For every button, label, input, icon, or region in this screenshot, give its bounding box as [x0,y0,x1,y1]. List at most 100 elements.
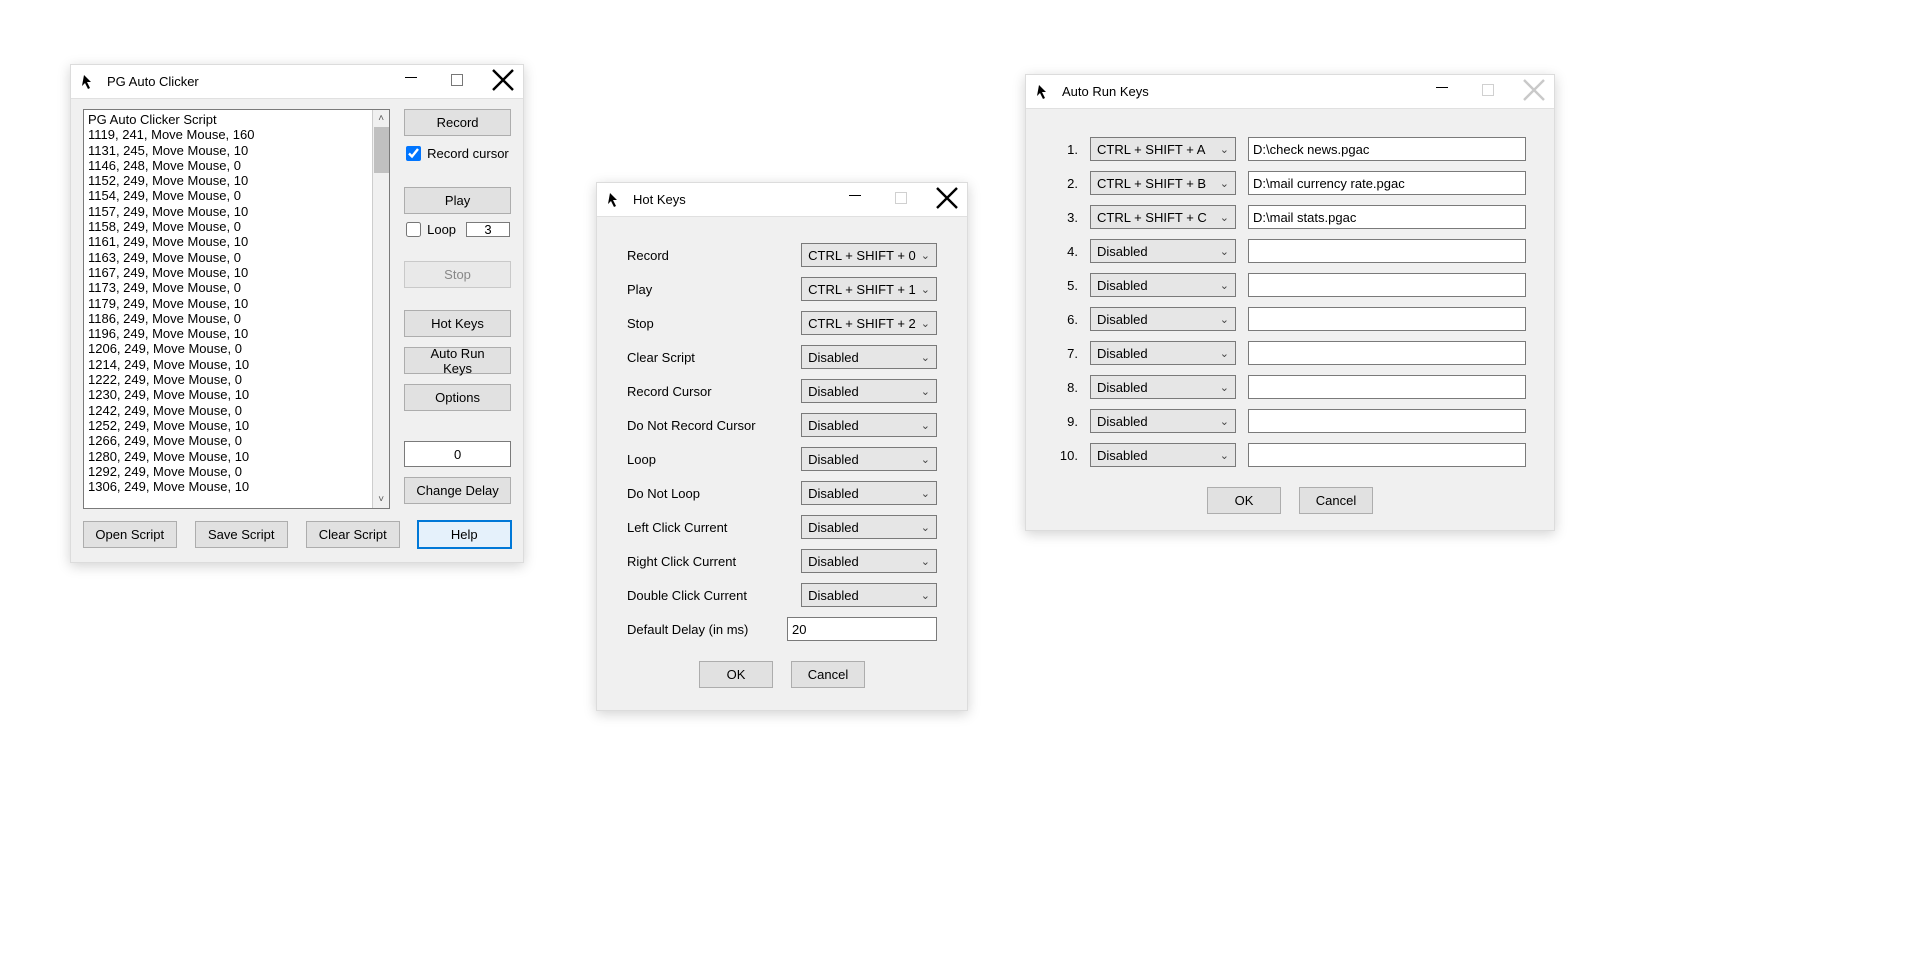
hotkey-combo[interactable]: Disabled⌄ [801,447,937,471]
scroll-up-icon[interactable]: ˄ [373,110,389,127]
app-icon [81,73,99,91]
autorun-path-input[interactable] [1248,205,1526,229]
autorun-key-combo[interactable]: Disabled⌄ [1090,273,1236,297]
default-delay-input[interactable] [787,617,937,641]
minimize-button[interactable] [843,189,867,210]
autorun-path-input[interactable] [1248,443,1526,467]
hotkey-combo[interactable]: Disabled⌄ [801,413,937,437]
record-cursor-checkbox[interactable]: Record cursor [406,146,511,161]
hotkey-combo[interactable]: CTRL + SHIFT + 2⌄ [801,311,937,335]
script-line[interactable]: 1158, 249, Move Mouse, 0 [88,219,385,234]
script-line[interactable]: 1266, 249, Move Mouse, 0 [88,433,385,448]
autorun-key-combo[interactable]: CTRL + SHIFT + C⌄ [1090,205,1236,229]
hotkeys-button[interactable]: Hot Keys [404,310,511,337]
autorun-key-combo[interactable]: CTRL + SHIFT + B⌄ [1090,171,1236,195]
save-script-button[interactable]: Save Script [195,521,289,548]
script-line[interactable]: 1179, 249, Move Mouse, 10 [88,296,385,311]
script-line[interactable]: 1154, 249, Move Mouse, 0 [88,188,385,203]
script-line[interactable]: 1206, 249, Move Mouse, 0 [88,341,385,356]
autorun-key-combo[interactable]: Disabled⌄ [1090,239,1236,263]
autorun-path-input[interactable] [1248,375,1526,399]
scrollbar[interactable]: ˄ ˅ [372,110,389,508]
hotkey-value: CTRL + SHIFT + 2 [808,316,916,331]
help-button[interactable]: Help [418,521,512,548]
cancel-button[interactable]: Cancel [791,661,865,688]
hotkey-value: Disabled [808,520,859,535]
autorun-path-input[interactable] [1248,307,1526,331]
loop-label: Loop [427,222,456,237]
autorun-key-combo[interactable]: Disabled⌄ [1090,307,1236,331]
script-line[interactable]: 1196, 249, Move Mouse, 10 [88,326,385,341]
close-button[interactable] [1522,78,1546,105]
hotkey-combo[interactable]: Disabled⌄ [801,481,937,505]
minimize-button[interactable] [399,71,423,92]
record-button[interactable]: Record [404,109,511,136]
script-line[interactable]: 1252, 249, Move Mouse, 10 [88,418,385,433]
play-button[interactable]: Play [404,187,511,214]
script-line[interactable]: 1119, 241, Move Mouse, 160 [88,127,385,142]
hotkey-combo[interactable]: CTRL + SHIFT + 1⌄ [801,277,937,301]
autorun-key-combo[interactable]: Disabled⌄ [1090,375,1236,399]
autorun-key-combo[interactable]: CTRL + SHIFT + A⌄ [1090,137,1236,161]
script-line[interactable]: 1173, 249, Move Mouse, 0 [88,280,385,295]
row-number: 8. [1054,380,1078,395]
cancel-button[interactable]: Cancel [1299,487,1373,514]
chevron-down-icon: ⌄ [921,453,930,466]
close-button[interactable] [935,186,959,213]
autorun-key-combo[interactable]: Disabled⌄ [1090,409,1236,433]
options-button[interactable]: Options [404,384,511,411]
autorun-path-input[interactable] [1248,239,1526,263]
script-line[interactable]: 1292, 249, Move Mouse, 0 [88,464,385,479]
script-line[interactable]: 1242, 249, Move Mouse, 0 [88,403,385,418]
minimize-button[interactable] [1430,81,1454,102]
script-line[interactable]: 1280, 249, Move Mouse, 10 [88,449,385,464]
script-line[interactable]: 1163, 249, Move Mouse, 0 [88,250,385,265]
loop-count-input[interactable] [466,222,510,237]
autorun-path-input[interactable] [1248,341,1526,365]
script-line[interactable]: PG Auto Clicker Script [88,112,385,127]
script-line[interactable]: 1146, 248, Move Mouse, 0 [88,158,385,173]
autorunkeys-button[interactable]: Auto Run Keys [404,347,511,374]
script-line[interactable]: 1222, 249, Move Mouse, 0 [88,372,385,387]
autorun-key-combo[interactable]: Disabled⌄ [1090,341,1236,365]
script-listbox[interactable]: PG Auto Clicker Script1119, 241, Move Mo… [83,109,390,509]
hotkey-combo[interactable]: Disabled⌄ [801,583,937,607]
hotkey-combo[interactable]: Disabled⌄ [801,379,937,403]
record-cursor-label: Record cursor [427,146,509,161]
autorun-path-input[interactable] [1248,137,1526,161]
loop-checkbox[interactable]: Loop [406,222,511,237]
open-script-button[interactable]: Open Script [83,521,177,548]
loop-input[interactable] [406,222,421,237]
hotkey-value: Disabled [808,350,859,365]
record-cursor-input[interactable] [406,146,421,161]
hotkey-label: Double Click Current [627,588,781,603]
script-line[interactable]: 1152, 249, Move Mouse, 10 [88,173,385,188]
hotkey-combo[interactable]: Disabled⌄ [801,549,937,573]
autorun-path-input[interactable] [1248,171,1526,195]
hotkey-combo[interactable]: Disabled⌄ [801,345,937,369]
autorun-path-input[interactable] [1248,409,1526,433]
autorun-key-combo[interactable]: Disabled⌄ [1090,443,1236,467]
clear-script-button[interactable]: Clear Script [306,521,400,548]
ok-button[interactable]: OK [699,661,773,688]
scroll-down-icon[interactable]: ˅ [373,491,389,508]
delay-input[interactable] [404,441,511,467]
script-line[interactable]: 1214, 249, Move Mouse, 10 [88,357,385,372]
scroll-thumb[interactable] [374,127,389,173]
script-line[interactable]: 1161, 249, Move Mouse, 10 [88,234,385,249]
autorun-path-input[interactable] [1248,273,1526,297]
ok-button[interactable]: OK [1207,487,1281,514]
change-delay-button[interactable]: Change Delay [404,477,511,504]
script-line[interactable]: 1131, 245, Move Mouse, 10 [88,143,385,158]
script-line[interactable]: 1167, 249, Move Mouse, 10 [88,265,385,280]
row-number: 9. [1054,414,1078,429]
maximize-button[interactable] [445,74,469,89]
row-number: 10. [1054,448,1078,463]
script-line[interactable]: 1186, 249, Move Mouse, 0 [88,311,385,326]
close-button[interactable] [491,68,515,95]
script-line[interactable]: 1230, 249, Move Mouse, 10 [88,387,385,402]
hotkey-combo[interactable]: Disabled⌄ [801,515,937,539]
hotkey-combo[interactable]: CTRL + SHIFT + 0⌄ [801,243,937,267]
script-line[interactable]: 1157, 249, Move Mouse, 10 [88,204,385,219]
script-line[interactable]: 1306, 249, Move Mouse, 10 [88,479,385,494]
